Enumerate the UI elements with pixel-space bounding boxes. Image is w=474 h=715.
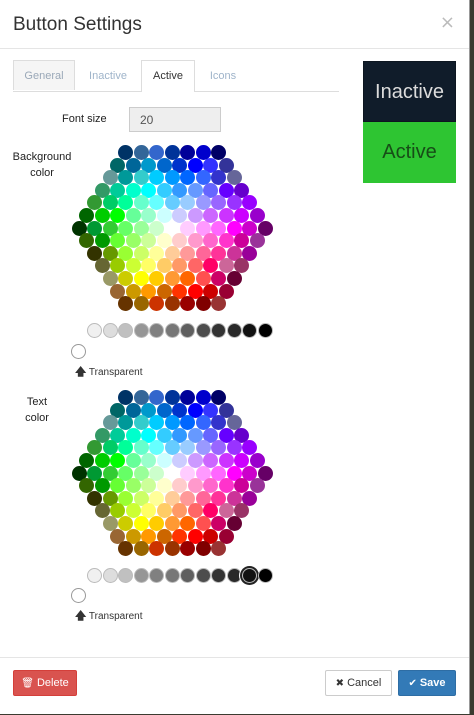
save-button[interactable]: ✔ Save [398, 670, 456, 696]
background-color-label: Background color [10, 151, 74, 179]
close-icon: ✖ [335, 678, 345, 689]
text-color-label-line2: color [25, 412, 49, 424]
text-color-swatch[interactable] [180, 541, 195, 557]
tab-active[interactable]: Active [141, 60, 195, 92]
background-color-swatch[interactable] [164, 296, 180, 312]
save-button-label: Save [419, 677, 446, 689]
text-color-gray-swatch[interactable] [164, 567, 180, 583]
background-color-swatch[interactable] [149, 296, 164, 312]
delete-button[interactable]: 🗑 Delete [13, 670, 77, 696]
text-transparent-swatch[interactable] [71, 588, 86, 603]
text-color-gray-swatch[interactable] [257, 567, 273, 583]
close-icon[interactable]: × [440, 12, 455, 33]
background-color-gray-swatch[interactable] [180, 322, 196, 338]
arrow-up-icon: 🡅 [75, 609, 87, 622]
background-color-gray-swatch[interactable] [195, 322, 211, 338]
check-icon: ✔ [408, 678, 417, 689]
background-transparent-swatch[interactable] [71, 344, 86, 359]
text-color-swatch[interactable] [118, 541, 133, 557]
background-color-gray-swatch[interactable] [242, 322, 258, 338]
background-color-swatch[interactable] [118, 296, 133, 312]
text-color-gray-swatch[interactable] [211, 567, 227, 583]
dialog-header: Button Settings × [0, 0, 469, 49]
background-color-swatch[interactable] [211, 296, 226, 312]
text-color-gray-swatch[interactable] [242, 567, 258, 583]
background-color-gray-swatch[interactable] [87, 322, 103, 338]
text-color-gray-swatch[interactable] [226, 567, 242, 583]
text-color-swatch[interactable] [211, 541, 226, 557]
text-color-label-line1: Text [26, 396, 48, 408]
button-settings-dialog: Button Settings × General Inactive Activ… [0, 0, 470, 714]
text-color-label: Text color [10, 396, 64, 424]
background-color-gray-swatch[interactable] [102, 322, 118, 338]
tab-bar: General Inactive Active Icons [13, 60, 339, 92]
dialog-title: Button Settings [13, 14, 142, 35]
delete-button-label: Delete [36, 677, 69, 689]
text-transparent-text: Transparent [88, 611, 143, 622]
text-color-swatch[interactable] [164, 541, 180, 557]
text-color-gray-swatch[interactable] [133, 567, 149, 583]
background-color-label-line2: color [30, 167, 54, 179]
text-color-gray-swatch[interactable] [87, 567, 103, 583]
background-transparent-label: 🡅 Transparent [75, 363, 142, 382]
background-color-swatch[interactable] [180, 296, 195, 312]
text-transparent-label: 🡅 Transparent [75, 607, 142, 626]
font-size-label: Font size [62, 113, 107, 125]
cancel-button-label: Cancel [347, 677, 382, 689]
arrow-up-icon: 🡅 [75, 365, 87, 378]
inactive-preview-button: Inactive [363, 61, 456, 122]
text-color-gray-swatch[interactable] [195, 567, 211, 583]
text-color-gray-swatch[interactable] [149, 567, 165, 583]
cancel-button[interactable]: ✖ Cancel [325, 670, 392, 696]
background-color-gray-swatch[interactable] [164, 322, 180, 338]
tab-general[interactable]: General [13, 60, 75, 90]
background-color-label-line1: Background [12, 151, 72, 163]
text-color-swatch[interactable] [195, 541, 211, 557]
text-color-gray-swatch[interactable] [180, 567, 196, 583]
background-color-gray-swatch[interactable] [149, 322, 165, 338]
text-color-swatch[interactable] [133, 541, 149, 557]
dialog-footer: 🗑 Delete ✖ Cancel ✔ Save [0, 657, 469, 715]
tab-inactive[interactable]: Inactive [77, 60, 139, 90]
background-color-gray-swatch[interactable] [133, 322, 149, 338]
trash-icon: 🗑 [21, 678, 34, 689]
text-color-swatch[interactable] [149, 541, 164, 557]
background-color-gray-swatch[interactable] [226, 322, 242, 338]
background-color-swatch[interactable] [195, 296, 211, 312]
background-transparent-text: Transparent [88, 367, 143, 378]
background-color-gray-swatch[interactable] [118, 322, 134, 338]
active-preview-button: Active [363, 122, 456, 183]
background-color-gray-swatch[interactable] [211, 322, 227, 338]
tab-icons[interactable]: Icons [197, 60, 249, 90]
text-color-gray-swatch[interactable] [102, 567, 118, 583]
text-color-gray-swatch[interactable] [118, 567, 134, 583]
background-color-swatch[interactable] [133, 296, 149, 312]
font-size-input[interactable]: 20 [129, 107, 221, 132]
background-color-gray-swatch[interactable] [257, 322, 273, 338]
